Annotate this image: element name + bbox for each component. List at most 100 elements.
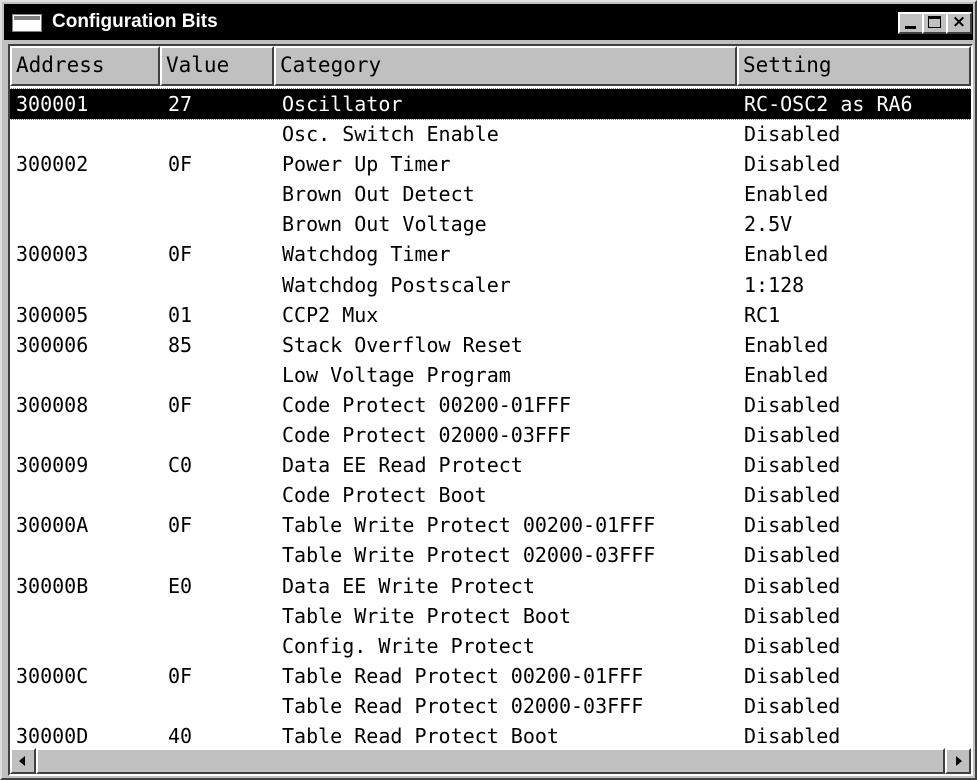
cell-value: 85 — [168, 332, 193, 357]
cell-address: 300009 — [16, 453, 89, 478]
cell-category: Low Voltage Program — [282, 362, 511, 387]
cell-setting: Disabled — [744, 723, 841, 748]
table-row[interactable]: Code Protect 02000-03FFF Disabled — [10, 420, 971, 450]
cell-address: 300008 — [16, 392, 89, 417]
cell-category: Stack Overflow Reset — [282, 332, 523, 357]
cell-category: Data EE Write Protect — [282, 573, 535, 598]
table-row[interactable]: Low Voltage Program Enabled — [10, 360, 971, 390]
cell-setting: Disabled — [744, 693, 841, 718]
horizontal-scrollbar[interactable] — [10, 748, 971, 774]
cell-value: 27 — [168, 92, 193, 116]
column-header-address[interactable]: Address — [10, 46, 160, 86]
cell-setting: Disabled — [744, 573, 841, 598]
cell-setting: Disabled — [744, 392, 841, 417]
cell-setting: Disabled — [744, 122, 841, 147]
cell-category: Table Write Protect 00200-01FFF — [282, 513, 656, 538]
table-row[interactable]: Brown Out Voltage 2.5V — [10, 209, 971, 239]
table-row[interactable]: 30000C 0F Table Read Protect 00200-01FFF Di… — [10, 661, 971, 691]
configuration-table: Address Value Category Setting 300001 27 O… — [8, 44, 973, 776]
cell-setting: Enabled — [744, 332, 829, 357]
column-header-category[interactable]: Category — [274, 46, 737, 86]
title-bar[interactable]: Configuration Bits × — [4, 4, 973, 40]
cell-category: Config. Write Protect — [282, 633, 535, 658]
cell-category: Table Write Protect Boot — [282, 603, 571, 628]
minimize-button[interactable] — [898, 12, 924, 34]
cell-setting: Disabled — [744, 603, 841, 628]
cell-address: 300001 — [16, 92, 89, 116]
cell-setting: Disabled — [744, 423, 841, 448]
close-button[interactable]: × — [946, 12, 972, 34]
table-row[interactable]: 300002 0F Power Up Timer Disabled — [10, 149, 971, 179]
cell-setting: Disabled — [744, 453, 841, 478]
cell-setting: Enabled — [744, 182, 829, 207]
cell-category: Table Read Protect 00200-01FFF — [282, 663, 644, 688]
table-row[interactable]: 300001 27 Oscillator RC-OSC2 as RA6 — [10, 87, 971, 121]
table-row[interactable]: Code Protect Boot Disabled — [10, 480, 971, 510]
cell-address: 300002 — [16, 152, 89, 177]
column-header-value[interactable]: Value — [160, 46, 274, 86]
cell-category: Brown Out Voltage — [282, 212, 487, 237]
table-row[interactable]: 300005 01 CCP2 Mux RC1 — [10, 300, 971, 330]
cell-setting: RC-OSC2 as RA6 — [744, 92, 913, 116]
table-row[interactable]: Brown Out Detect Enabled — [10, 179, 971, 209]
maximize-button[interactable] — [922, 12, 948, 34]
scroll-left-arrow-icon — [19, 756, 25, 766]
table-row[interactable]: 300008 0F Code Protect 00200-01FFF Disabled — [10, 390, 971, 420]
cell-value: 0F — [168, 513, 193, 538]
cell-category: Code Protect 02000-03FFF — [282, 423, 571, 448]
window-app-icon[interactable] — [12, 14, 42, 32]
minimize-icon — [905, 26, 916, 29]
cell-value: C0 — [168, 453, 193, 478]
cell-category: Code Protect 00200-01FFF — [282, 392, 571, 417]
table-row[interactable]: 300003 0F Watchdog Timer Enabled — [10, 239, 971, 269]
cell-setting: RC1 — [744, 302, 781, 327]
table-row[interactable]: Table Write Protect Boot Disabled — [10, 601, 971, 631]
cell-address: 30000C — [16, 663, 89, 688]
table-row[interactable]: Table Write Protect 02000-03FFF Disabled — [10, 540, 971, 570]
cell-value: E0 — [168, 573, 193, 598]
cell-category: Code Protect Boot — [282, 483, 487, 508]
cell-value: 0F — [168, 242, 193, 267]
table-row[interactable]: 300006 85 Stack Overflow Reset Enabled — [10, 330, 971, 360]
cell-setting: Disabled — [744, 152, 841, 177]
cell-category: Brown Out Detect — [282, 182, 475, 207]
column-header-setting[interactable]: Setting — [737, 46, 971, 86]
cell-category: Oscillator — [282, 92, 403, 116]
scroll-left-button[interactable] — [10, 748, 36, 774]
table-row[interactable]: Osc. Switch Enable Disabled — [10, 119, 971, 149]
cell-address: 30000A — [16, 513, 89, 538]
cell-setting: Disabled — [744, 543, 841, 568]
scroll-right-button[interactable] — [945, 748, 971, 774]
cell-value: 40 — [168, 723, 193, 748]
table-row[interactable]: 30000A 0F Table Write Protect 00200-01FFF D… — [10, 510, 971, 540]
table-row[interactable]: 30000D 40 Table Read Protect Boot Disabled — [10, 721, 971, 751]
configuration-bits-window: Configuration Bits × Address Value Categ… — [0, 0, 977, 780]
cell-setting: Enabled — [744, 362, 829, 387]
cell-category: Table Write Protect 02000-03FFF — [282, 543, 656, 568]
scroll-right-arrow-icon — [956, 756, 962, 766]
cell-address: 300003 — [16, 242, 89, 267]
window-title: Configuration Bits — [52, 11, 218, 32]
cell-setting: 2.5V — [744, 212, 793, 237]
cell-category: CCP2 Mux — [282, 302, 379, 327]
table-row[interactable]: Table Read Protect 02000-03FFF Disabled — [10, 691, 971, 721]
cell-setting: Disabled — [744, 513, 841, 538]
cell-address: 300005 — [16, 302, 89, 327]
scrollbar-thumb[interactable] — [36, 748, 945, 774]
cell-category: Table Read Protect 02000-03FFF — [282, 693, 644, 718]
table-row[interactable]: Config. Write Protect Disabled — [10, 631, 971, 661]
maximize-icon — [928, 16, 941, 28]
cell-setting: Disabled — [744, 663, 841, 688]
cell-value: 0F — [168, 663, 193, 688]
cell-address: 300006 — [16, 332, 89, 357]
close-icon: × — [951, 12, 967, 32]
cell-category: Watchdog Timer — [282, 242, 451, 267]
table-row[interactable]: 30000B E0 Data EE Write Protect Disabled — [10, 571, 971, 601]
cell-value: 0F — [168, 152, 193, 177]
cell-value: 0F — [168, 392, 193, 417]
table-row[interactable]: 300009 C0 Data EE Read Protect Disabled — [10, 450, 971, 480]
cell-category: Table Read Protect Boot — [282, 723, 559, 748]
cell-value: 01 — [168, 302, 193, 327]
cell-setting: Enabled — [744, 242, 829, 267]
table-row[interactable]: Watchdog Postscaler 1:128 — [10, 270, 971, 300]
